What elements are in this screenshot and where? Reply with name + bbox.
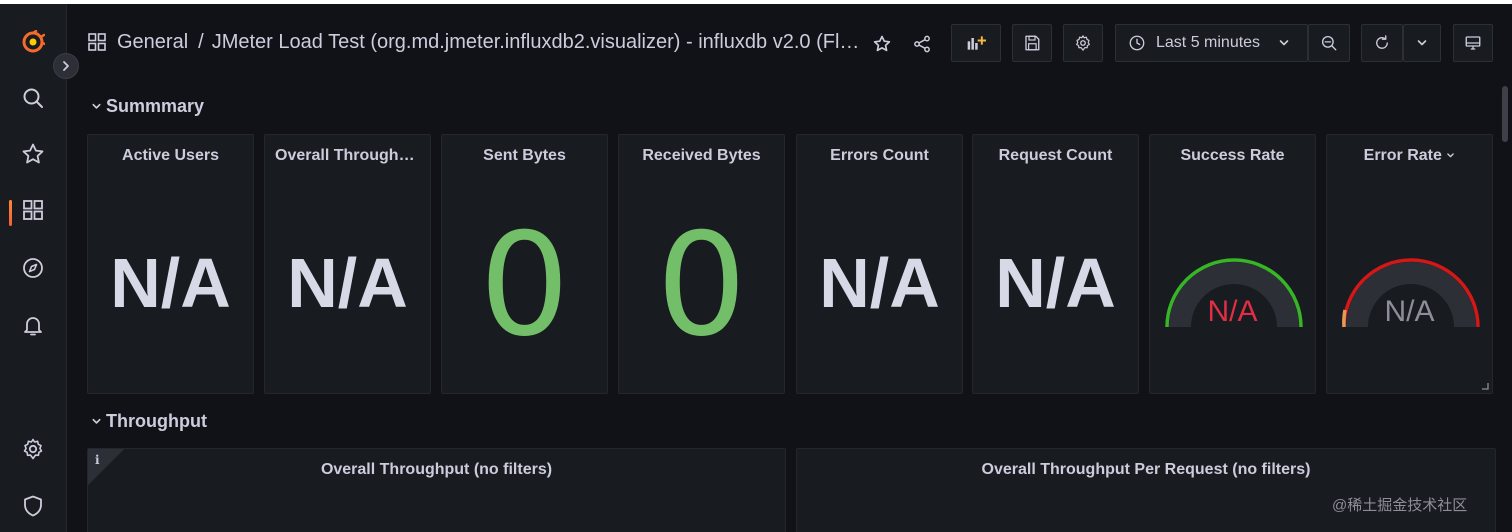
clock-icon — [1129, 35, 1145, 51]
watermark-text: @稀土掘金技术社区 — [1332, 497, 1468, 514]
time-range-label: Last 5 minutes — [1156, 34, 1261, 51]
panel-received-bytes[interactable]: Received Bytes 0 — [618, 134, 785, 394]
configuration-gear-icon[interactable] — [17, 433, 49, 465]
zoom-out-icon — [1321, 35, 1337, 51]
chevron-down-icon — [92, 103, 101, 109]
stat-value: N/A — [287, 244, 408, 322]
starred-icon[interactable] — [17, 138, 49, 170]
row-title: Summmary — [106, 96, 205, 116]
panel-resize-handle-icon[interactable] — [1481, 382, 1489, 390]
dashboards-icon[interactable] — [17, 194, 49, 226]
panel-title[interactable]: Request Count — [973, 147, 1138, 165]
dashboard-grid-icon — [88, 33, 106, 51]
explore-compass-icon[interactable] — [17, 252, 49, 284]
refresh-icon — [1376, 35, 1388, 49]
alerting-bell-icon[interactable] — [17, 309, 49, 341]
chevron-down-icon — [1279, 40, 1289, 46]
panel-request-count[interactable]: Request Count N/A — [972, 134, 1139, 394]
panel-title[interactable]: Active Users — [88, 147, 253, 165]
refresh-interval-dropdown[interactable] — [1403, 24, 1441, 62]
stat-value: N/A — [995, 244, 1116, 322]
chevron-down-icon — [1447, 153, 1455, 158]
panel-errors-count[interactable]: Errors Count N/A — [796, 134, 963, 394]
share-dashboard-button[interactable] — [904, 26, 940, 62]
sidebar — [0, 4, 67, 532]
panel-title[interactable]: Success Rate — [1150, 147, 1315, 165]
panel-title[interactable]: Overall Throughput (no filters) — [88, 461, 785, 479]
mark-favorite-button[interactable] — [864, 26, 900, 62]
panel-overall-throughput-no-filters[interactable]: i Overall Throughput (no filters) — [87, 448, 786, 532]
add-panel-icon — [967, 36, 986, 50]
panel-title[interactable]: Received Bytes — [619, 147, 784, 165]
panel-overall-throughput-per-request[interactable]: Overall Throughput Per Request (no filte… — [796, 448, 1496, 532]
dashboard-settings-button[interactable] — [1063, 24, 1103, 62]
panel-success-rate[interactable]: Success Rate N/A — [1149, 134, 1316, 394]
time-range-picker[interactable]: Last 5 minutes — [1115, 24, 1308, 62]
sidebar-expand-button[interactable] — [53, 53, 79, 79]
grafana-logo-icon[interactable] — [17, 26, 49, 58]
panel-active-users[interactable]: Active Users N/A — [87, 134, 254, 394]
save-icon — [1025, 35, 1040, 51]
panel-title[interactable]: Sent Bytes — [442, 147, 607, 165]
panel-title[interactable]: Error Rate — [1327, 147, 1492, 165]
dashboard-header: General / JMeter Load Test (org.md.jmete… — [67, 4, 1512, 80]
active-indicator — [9, 200, 12, 226]
panel-error-rate[interactable]: Error Rate N/A — [1326, 134, 1493, 394]
row-title: Throughput — [106, 411, 207, 431]
gauge-value: N/A — [1384, 295, 1435, 328]
breadcrumb-separator: / — [198, 30, 204, 53]
star-icon — [873, 35, 891, 52]
row-throughput-header[interactable]: Throughput — [91, 411, 207, 432]
panel-overall-throughput[interactable]: Overall Throughput N/A — [264, 134, 431, 394]
refresh-dashboard-button[interactable] — [1361, 24, 1403, 62]
stat-value: 0 — [656, 203, 747, 368]
save-dashboard-button[interactable] — [1012, 24, 1052, 62]
stat-value: N/A — [110, 244, 231, 322]
panel-sent-bytes[interactable]: Sent Bytes 0 — [441, 134, 608, 394]
server-admin-shield-icon[interactable] — [17, 490, 49, 522]
gauge-value: N/A — [1207, 295, 1258, 328]
chevron-down-icon — [1417, 40, 1427, 46]
panel-title[interactable]: Overall Throughput Per Request (no filte… — [797, 461, 1495, 479]
search-icon[interactable] — [17, 82, 49, 114]
breadcrumb-folder[interactable]: General — [117, 31, 188, 54]
row-summary-header[interactable]: Summmary — [91, 96, 204, 117]
panel-title-text: Error Rate — [1363, 147, 1442, 164]
zoom-out-time-button[interactable] — [1308, 24, 1350, 62]
stat-value: N/A — [819, 244, 940, 322]
stat-value: 0 — [479, 203, 570, 368]
panel-title[interactable]: Overall Throughput — [265, 147, 430, 165]
monitor-icon — [1465, 36, 1481, 50]
breadcrumb: General / JMeter Load Test (org.md.jmete… — [87, 28, 860, 56]
dashboard-title[interactable]: JMeter Load Test (org.md.jmeter.influxdb… — [212, 31, 860, 54]
add-panel-button[interactable] — [951, 24, 1001, 62]
page-scrollbar[interactable] — [1502, 86, 1508, 142]
chevron-right-icon — [63, 61, 69, 71]
chevron-down-icon — [92, 418, 101, 424]
cycle-view-mode-button[interactable] — [1453, 24, 1493, 62]
share-icon — [914, 35, 930, 53]
cog-icon — [1076, 35, 1090, 51]
panel-title[interactable]: Errors Count — [797, 147, 962, 165]
